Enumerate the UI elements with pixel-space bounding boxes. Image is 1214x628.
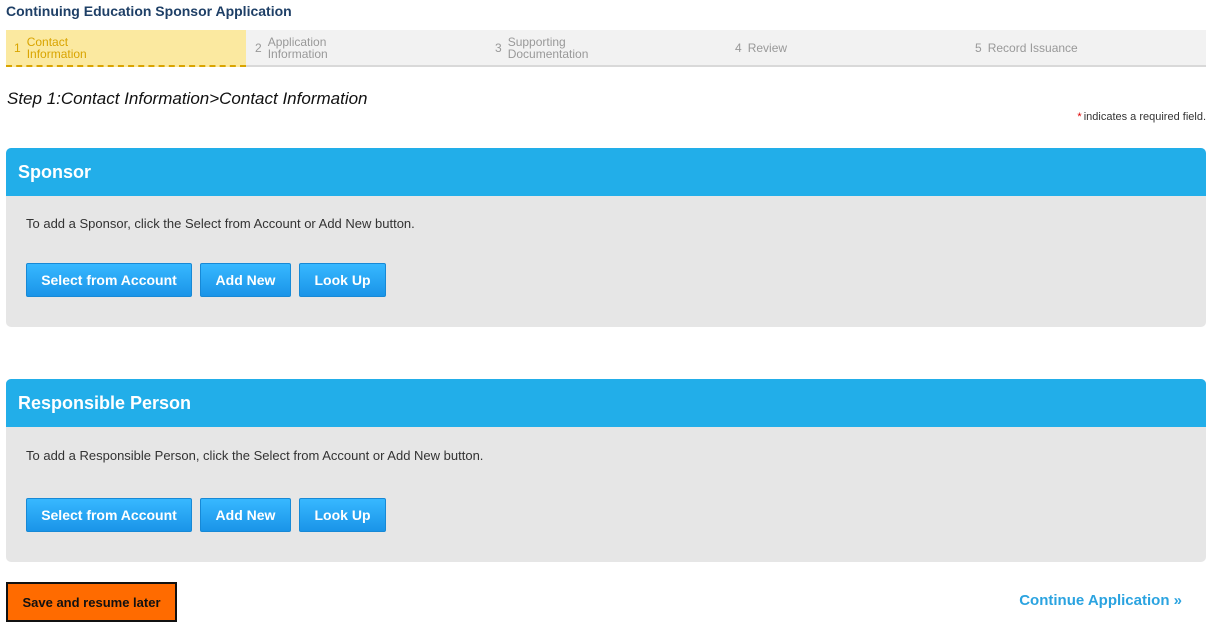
required-field-note: * indicates a required field. bbox=[1077, 111, 1206, 123]
sponsor-section: Sponsor To add a Sponsor, click the Sele… bbox=[6, 148, 1206, 327]
responsible-person-section: Responsible Person To add a Responsible … bbox=[6, 379, 1206, 562]
required-asterisk: * bbox=[1077, 111, 1082, 123]
step-application-information[interactable]: 2 Application Information bbox=[247, 30, 487, 65]
step-record-issuance[interactable]: 5 Record Issuance bbox=[967, 30, 1206, 65]
sponsor-instructions: To add a Sponsor, click the Select from … bbox=[26, 216, 415, 231]
step-progress-bar: 1 Contact Information 2 Application Inform… bbox=[6, 30, 1206, 67]
step-label: Review bbox=[747, 40, 788, 55]
sponsor-look-up-button[interactable]: Look Up bbox=[299, 263, 386, 297]
step-number: 5 bbox=[975, 40, 982, 55]
responsible-person-add-new-button[interactable]: Add New bbox=[200, 498, 291, 532]
responsible-person-section-title: Responsible Person bbox=[6, 379, 1206, 427]
responsible-person-select-from-account-button[interactable]: Select from Account bbox=[26, 498, 192, 532]
step-number: 1 bbox=[14, 40, 21, 55]
step-review[interactable]: 4 Review bbox=[727, 30, 967, 65]
breadcrumb: Step 1:Contact Information>Contact Infor… bbox=[7, 89, 368, 108]
step-label: Supporting Documentation bbox=[507, 34, 589, 61]
step-number: 2 bbox=[255, 40, 262, 55]
step-number: 4 bbox=[735, 40, 742, 55]
sponsor-add-new-button[interactable]: Add New bbox=[200, 263, 291, 297]
sponsor-select-from-account-button[interactable]: Select from Account bbox=[26, 263, 192, 297]
app-title: Continuing Education Sponsor Application bbox=[6, 3, 292, 19]
step-number: 3 bbox=[495, 40, 502, 55]
sponsor-section-title: Sponsor bbox=[6, 148, 1206, 196]
step-label: Application Information bbox=[267, 34, 328, 61]
responsible-person-look-up-button[interactable]: Look Up bbox=[299, 498, 386, 532]
step-label: Record Issuance bbox=[987, 40, 1078, 55]
continue-application-link[interactable]: Continue Application » bbox=[1019, 592, 1182, 609]
step-contact-information[interactable]: 1 Contact Information bbox=[6, 30, 246, 67]
save-and-resume-later-button[interactable]: Save and resume later bbox=[6, 582, 177, 622]
step-label: Contact Information bbox=[26, 34, 87, 61]
responsible-person-instructions: To add a Responsible Person, click the S… bbox=[26, 448, 484, 463]
step-supporting-documentation[interactable]: 3 Supporting Documentation bbox=[487, 30, 727, 65]
